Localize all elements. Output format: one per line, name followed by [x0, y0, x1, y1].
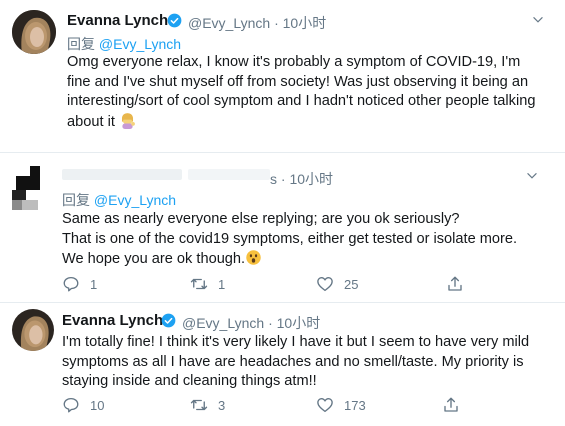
- avatar-censored[interactable]: [12, 166, 52, 210]
- tweet-text: I'm totally fine! I think it's very like…: [62, 333, 532, 392]
- tweet-text-line-1: Same as nearly everyone else replying; a…: [62, 211, 460, 227]
- reply-to-handle[interactable]: @Evy_Lynch: [99, 36, 181, 52]
- pixelated-avatar-icon: [12, 166, 40, 210]
- share-button[interactable]: [442, 395, 460, 415]
- verified-badge-icon: [161, 313, 176, 328]
- retweet-icon: [190, 278, 208, 290]
- reply-count: 1: [90, 276, 98, 292]
- retweet-button[interactable]: 3: [190, 395, 225, 415]
- reply-prefix: 回复: [62, 192, 90, 208]
- share-button[interactable]: [446, 274, 464, 294]
- reply-icon: [63, 397, 79, 413]
- tweet-text-line-2: That is one of the covid19 symptoms, eit…: [62, 230, 518, 247]
- tweet-2[interactable]: s · 10小时 回复 @Evy_Lynch Same as nearly ev…: [0, 153, 565, 302]
- retweet-count: 1: [218, 276, 226, 292]
- timestamp[interactable]: s · 10小时: [270, 171, 333, 187]
- chevron-down-icon[interactable]: [525, 169, 539, 183]
- reply-to-line: 回复 @Evy_Lynch: [62, 190, 176, 210]
- tweet-1[interactable]: Evanna Lynch @Evy_Lynch · 10小时 回复 @Evy_L…: [0, 0, 565, 152]
- like-icon: [317, 398, 333, 413]
- retweet-icon: [190, 399, 208, 411]
- like-button[interactable]: 25: [316, 274, 358, 294]
- reply-button[interactable]: 1: [62, 274, 97, 294]
- retweet-button[interactable]: 1: [190, 274, 225, 294]
- tweet-actions: 1 1 25: [62, 274, 532, 294]
- verified-badge-icon: [167, 13, 182, 28]
- reply-icon: [63, 276, 79, 292]
- like-button[interactable]: 173: [316, 395, 366, 415]
- woman-tipping-hand-emoji-icon: [119, 112, 136, 136]
- like-count: 173: [344, 397, 366, 413]
- tweet-3[interactable]: Evanna Lynch @Evy_Lynch · 10小时 I'm total…: [0, 303, 565, 426]
- author-name[interactable]: Evanna Lynch: [62, 312, 163, 329]
- redacted-handle: [188, 169, 270, 180]
- share-icon: [444, 397, 458, 412]
- author-name[interactable]: Evanna Lynch: [67, 12, 168, 29]
- dot-separator: ·: [274, 15, 283, 31]
- tweet-meta: @Evy_Lynch · 10小时: [188, 13, 326, 33]
- reply-button[interactable]: 10: [62, 395, 104, 415]
- redacted-name: [62, 169, 182, 180]
- share-icon: [448, 276, 462, 291]
- like-icon: [317, 277, 333, 292]
- avatar-photo: [12, 10, 56, 54]
- avatar[interactable]: [12, 309, 54, 351]
- tweet-meta: s · 10小时: [270, 169, 333, 189]
- reply-to-line: 回复 @Evy_Lynch: [67, 34, 181, 54]
- avatar[interactable]: [12, 10, 56, 54]
- tweet-actions: 10 3 173: [62, 395, 532, 415]
- timestamp[interactable]: 10小时: [283, 15, 327, 31]
- author-handle[interactable]: @Evy_Lynch: [188, 15, 270, 31]
- tweet-text-content: Omg everyone relax, I know it's probably…: [67, 54, 536, 130]
- reply-count: 10: [90, 397, 105, 413]
- astonished-face-emoji-icon: [245, 249, 262, 273]
- reply-to-handle[interactable]: @Evy_Lynch: [94, 192, 176, 208]
- tweet-text: Omg everyone relax, I know it's probably…: [67, 53, 542, 135]
- author-handle[interactable]: @Evy_Lynch: [182, 315, 264, 331]
- retweet-count: 3: [218, 397, 226, 413]
- reply-prefix: 回复: [67, 36, 95, 52]
- chevron-down-icon[interactable]: [531, 13, 545, 27]
- tweet-meta: @Evy_Lynch · 10小时: [182, 313, 320, 333]
- dot-separator: ·: [268, 315, 277, 331]
- avatar-photo: [12, 309, 54, 351]
- tweet-text-line-3: We hope you are ok though.: [62, 249, 547, 273]
- tweet-text-content: I'm totally fine! I think it's very like…: [62, 334, 530, 389]
- timestamp[interactable]: 10小时: [277, 315, 321, 331]
- tweet-text: Same as nearly everyone else replying; a…: [62, 210, 547, 273]
- like-count: 25: [344, 276, 359, 292]
- tweet-text-line-3-content: We hope you are ok though.: [62, 251, 246, 267]
